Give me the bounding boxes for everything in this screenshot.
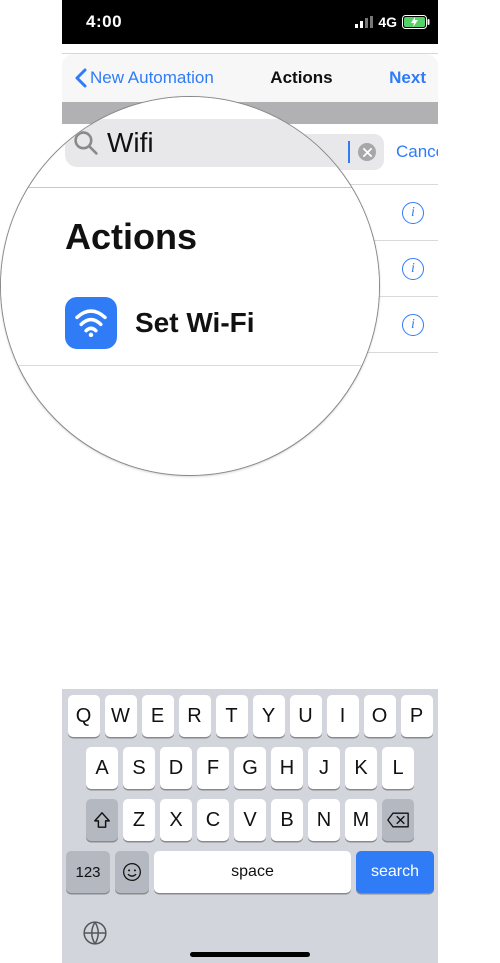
key-k[interactable]: K bbox=[345, 747, 377, 789]
clear-icon bbox=[363, 148, 372, 157]
magnifier-lens: Actions Set Wi-Fi bbox=[0, 96, 380, 476]
key-m[interactable]: M bbox=[345, 799, 377, 841]
backspace-key[interactable] bbox=[382, 799, 414, 841]
key-n[interactable]: N bbox=[308, 799, 340, 841]
keyboard: Q W E R T Y U I O P A S D F G H J K L bbox=[62, 689, 438, 963]
nav-bar: New Automation Actions Next bbox=[62, 54, 438, 102]
key-c[interactable]: C bbox=[197, 799, 229, 841]
shift-key[interactable] bbox=[86, 799, 118, 841]
status-bar: 4:00 4G bbox=[0, 0, 500, 44]
back-label: New Automation bbox=[90, 68, 214, 88]
list-item[interactable]: Set Wi-Fi bbox=[1, 280, 379, 366]
key-e[interactable]: E bbox=[142, 695, 174, 737]
clear-search-button[interactable] bbox=[358, 143, 376, 161]
key-z[interactable]: Z bbox=[123, 799, 155, 841]
key-h[interactable]: H bbox=[271, 747, 303, 789]
battery-charging-icon bbox=[402, 15, 430, 29]
info-icon: i bbox=[411, 262, 415, 276]
key-d[interactable]: D bbox=[160, 747, 192, 789]
list-item-label: Set Wi-Fi bbox=[135, 307, 255, 339]
status-time: 4:00 bbox=[86, 12, 122, 32]
back-button[interactable]: New Automation bbox=[74, 68, 214, 88]
globe-icon[interactable] bbox=[82, 920, 108, 946]
info-button[interactable]: i bbox=[402, 314, 424, 336]
space-key[interactable]: space bbox=[154, 851, 351, 893]
chevron-left-icon bbox=[74, 68, 88, 88]
next-button[interactable]: Next bbox=[389, 68, 426, 88]
key-s[interactable]: S bbox=[123, 747, 155, 789]
key-y[interactable]: Y bbox=[253, 695, 285, 737]
shift-icon bbox=[93, 811, 111, 829]
key-f[interactable]: F bbox=[197, 747, 229, 789]
page-title: Actions bbox=[270, 68, 332, 88]
key-g[interactable]: G bbox=[234, 747, 266, 789]
search-icon bbox=[73, 130, 99, 156]
key-i[interactable]: I bbox=[327, 695, 359, 737]
emoji-key[interactable] bbox=[115, 851, 149, 893]
keyboard-row-4: 123 space search bbox=[66, 851, 434, 893]
info-button[interactable]: i bbox=[402, 258, 424, 280]
keyboard-row-1: Q W E R T Y U I O P bbox=[66, 695, 434, 737]
key-b[interactable]: B bbox=[271, 799, 303, 841]
key-o[interactable]: O bbox=[364, 695, 396, 737]
info-icon: i bbox=[411, 318, 415, 332]
info-icon: i bbox=[411, 206, 415, 220]
key-x[interactable]: X bbox=[160, 799, 192, 841]
section-title: Actions bbox=[1, 188, 379, 280]
wifi-icon bbox=[65, 297, 117, 349]
keyboard-row-3: Z X C V B N M bbox=[66, 799, 434, 841]
key-a[interactable]: A bbox=[86, 747, 118, 789]
search-key[interactable]: search bbox=[356, 851, 434, 893]
emoji-icon bbox=[122, 862, 142, 882]
info-button[interactable]: i bbox=[402, 202, 424, 224]
home-indicator bbox=[190, 952, 310, 957]
key-u[interactable]: U bbox=[290, 695, 322, 737]
key-w[interactable]: W bbox=[105, 695, 137, 737]
numbers-key[interactable]: 123 bbox=[66, 851, 110, 893]
key-j[interactable]: J bbox=[308, 747, 340, 789]
key-r[interactable]: R bbox=[179, 695, 211, 737]
key-v[interactable]: V bbox=[234, 799, 266, 841]
backspace-icon bbox=[387, 812, 409, 828]
key-l[interactable]: L bbox=[382, 747, 414, 789]
cellular-signal-icon bbox=[355, 16, 373, 28]
keyboard-row-2: A S D F G H J K L bbox=[66, 747, 434, 789]
key-q[interactable]: Q bbox=[68, 695, 100, 737]
key-p[interactable]: P bbox=[401, 695, 433, 737]
key-t[interactable]: T bbox=[216, 695, 248, 737]
text-cursor bbox=[348, 141, 350, 163]
network-label: 4G bbox=[378, 14, 397, 30]
